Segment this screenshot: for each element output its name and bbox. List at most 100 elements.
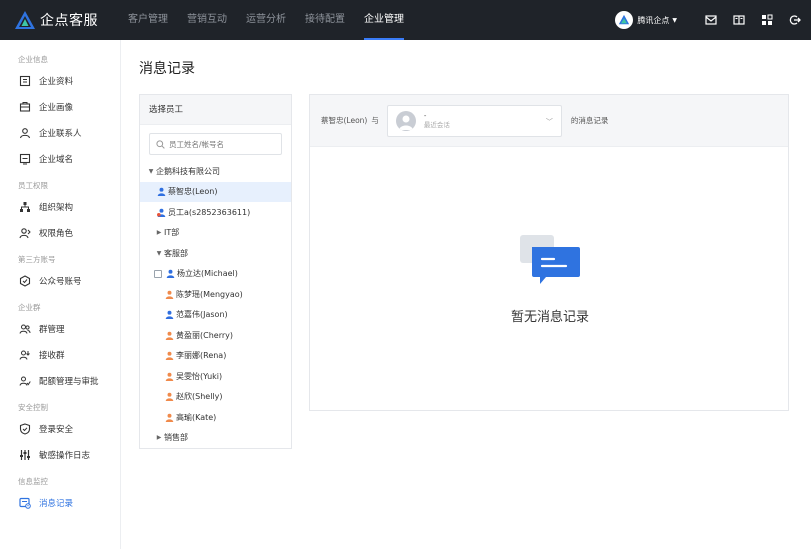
tab-customer-management[interactable]: 客户管理: [128, 0, 168, 40]
tree-user[interactable]: 杨立达(Michael): [140, 264, 291, 285]
portrait-icon: [18, 101, 31, 114]
tab-enterprise-management[interactable]: 企业管理: [364, 0, 404, 40]
tree-user[interactable]: 蔡智忠(Leon): [140, 181, 291, 202]
sidebar-item-label: 企业资料: [39, 77, 74, 87]
employee-search[interactable]: [149, 133, 282, 155]
sidebar-item-label: 敏感操作日志: [39, 451, 91, 461]
group-icon: [18, 323, 31, 336]
user-icon: [156, 187, 166, 197]
message-record-panel: 蔡智忠(Leon) 与 - 最近会话 ﹀ 的消息记录 暂无消息记录: [309, 94, 789, 411]
tenant-switcher[interactable]: 腾讯企点 ▼: [615, 11, 677, 29]
tree-user[interactable]: 黄盈丽(Cherry): [140, 325, 291, 346]
tree-label: 黄盈丽(Cherry): [176, 330, 233, 340]
tree-label: 杨立达(Michael): [177, 269, 238, 279]
sidebar-group-title: 安全控制: [18, 403, 48, 412]
tree-user[interactable]: 高瑜(Kate): [140, 407, 291, 428]
tab-marketing[interactable]: 营销互动: [187, 0, 227, 40]
conversation-subtitle: 最近会话: [423, 120, 450, 129]
logout-icon[interactable]: [787, 12, 803, 28]
tab-reception-config[interactable]: 接待配置: [305, 0, 345, 40]
sidebar-item-label: 组织架构: [39, 203, 74, 213]
tree-user[interactable]: 范嘉伟(Jason): [140, 305, 291, 326]
org-icon: [18, 201, 31, 214]
sidebar-item-receive-group[interactable]: 接收群: [0, 342, 120, 368]
top-tabs: 客户管理 营销互动 运营分析 接待配置 企业管理: [128, 0, 423, 40]
admin-user-icon: [156, 207, 166, 217]
tenant-name: 腾讯企点: [637, 15, 670, 25]
tree-user[interactable]: 李丽娜(Rena): [140, 346, 291, 367]
sidebar-item-roles[interactable]: 权限角色: [0, 220, 120, 246]
record-suffix-text: 的消息记录: [570, 116, 609, 125]
sidebar-group-title: 信息监控: [18, 477, 48, 486]
sidebar-item-label: 登录安全: [39, 425, 74, 435]
sidebar-item-enterprise-portrait[interactable]: 企业画像: [0, 94, 120, 120]
sidebar-group-title: 企业群: [18, 303, 41, 312]
page-title: 消息记录: [139, 61, 195, 77]
employee-search-input[interactable]: [169, 139, 279, 149]
employee-tree: ▼ 企鹅科技有限公司 蔡智忠(Leon) 员工a(s2852363611) ▶ …: [140, 161, 291, 448]
tree-user[interactable]: 陈梦瑶(Mengyao): [140, 284, 291, 305]
official-account-icon: [18, 275, 31, 288]
caret-down-icon[interactable]: ▼: [146, 168, 156, 175]
mail-icon[interactable]: [703, 12, 719, 28]
caret-right-icon[interactable]: ▶: [154, 229, 164, 236]
sidebar-item-label: 公众号账号: [39, 277, 82, 287]
sidebar-item-org-structure[interactable]: 组织架构: [0, 194, 120, 220]
tenant-logo-icon: [615, 11, 634, 29]
sidebar-item-sensitive-log[interactable]: 敏感操作日志: [0, 442, 120, 468]
tree-label: 吴雯怡(Yuki): [176, 371, 223, 381]
sidebar-item-message-records[interactable]: 消息记录: [0, 490, 120, 516]
tree-label: 赵欣(Shelly): [176, 392, 223, 402]
tree-user[interactable]: 员工a(s2852363611): [140, 202, 291, 223]
tree-dept-it[interactable]: ▶ IT部: [140, 223, 291, 244]
sidebar-item-label: 配额管理与审批: [39, 377, 99, 387]
conversation-selector[interactable]: - 最近会话 ﹀: [386, 104, 562, 137]
user-icon: [164, 392, 174, 402]
sidebar-item-label: 权限角色: [39, 229, 74, 239]
selected-employee-name: 蔡智忠(Leon): [321, 116, 368, 125]
sidebar-item-group-management[interactable]: 群管理: [0, 316, 120, 342]
sliders-icon: [18, 449, 31, 462]
sidebar-group-title: 企业信息: [18, 55, 48, 64]
caret-down-icon[interactable]: ▼: [154, 250, 164, 257]
tree-dept-service[interactable]: ▼ 客服部: [140, 243, 291, 264]
sidebar-item-enterprise-profile[interactable]: 企业资料: [0, 68, 120, 94]
conversation-name: -: [423, 111, 427, 120]
shield-icon: [18, 423, 31, 436]
sidebar-item-label: 企业域名: [39, 155, 74, 165]
employee-panel-header: 选择员工: [140, 95, 291, 125]
tree-user[interactable]: 吴雯怡(Yuki): [140, 366, 291, 387]
tree-dept-company[interactable]: ▼ 企鹅科技有限公司: [140, 161, 291, 182]
tree-label: 蔡智忠(Leon): [168, 187, 218, 197]
tree-label: 员工a(s2852363611): [168, 207, 251, 217]
chevron-down-icon: ﹀: [545, 117, 553, 126]
tree-label: IT部: [164, 228, 180, 238]
sidebar-item-official-account[interactable]: 公众号账号: [0, 268, 120, 294]
receive-group-icon: [18, 349, 31, 362]
grid-icon[interactable]: [759, 12, 775, 28]
sidebar-item-enterprise-domain[interactable]: 企业域名: [0, 146, 120, 172]
empty-state-text: 暂无消息记录: [510, 310, 589, 325]
book-icon[interactable]: [731, 12, 747, 28]
expand-box-icon[interactable]: [154, 269, 162, 278]
profile-icon: [18, 75, 31, 88]
sidebar-item-label: 群管理: [39, 325, 65, 335]
top-navigation-bar: 企点客服 客户管理 营销互动 运营分析 接待配置 企业管理 腾讯企点 ▼: [0, 0, 811, 40]
sidebar-item-label: 消息记录: [39, 499, 74, 509]
quota-icon: [18, 375, 31, 388]
search-icon: [156, 139, 165, 149]
sidebar-item-label: 企业画像: [39, 103, 74, 113]
top-right-tools: 腾讯企点 ▼: [615, 11, 811, 29]
sidebar-group-title: 员工权限: [18, 181, 48, 190]
sidebar-item-login-security[interactable]: 登录安全: [0, 416, 120, 442]
contact-icon: [18, 127, 31, 140]
domain-icon: [18, 153, 31, 166]
tab-analytics[interactable]: 运营分析: [246, 0, 286, 40]
sidebar-group-title: 第三方账号: [18, 255, 56, 264]
brand[interactable]: 企点客服: [0, 10, 120, 30]
sidebar-item-enterprise-contact[interactable]: 企业联系人: [0, 120, 120, 146]
tree-user[interactable]: 赵欣(Shelly): [140, 387, 291, 408]
sidebar-item-quota-approval[interactable]: 配额管理与审批: [0, 368, 120, 394]
caret-right-icon[interactable]: ▶: [154, 434, 164, 441]
tree-dept-sales[interactable]: ▶ 销售部: [140, 428, 291, 449]
